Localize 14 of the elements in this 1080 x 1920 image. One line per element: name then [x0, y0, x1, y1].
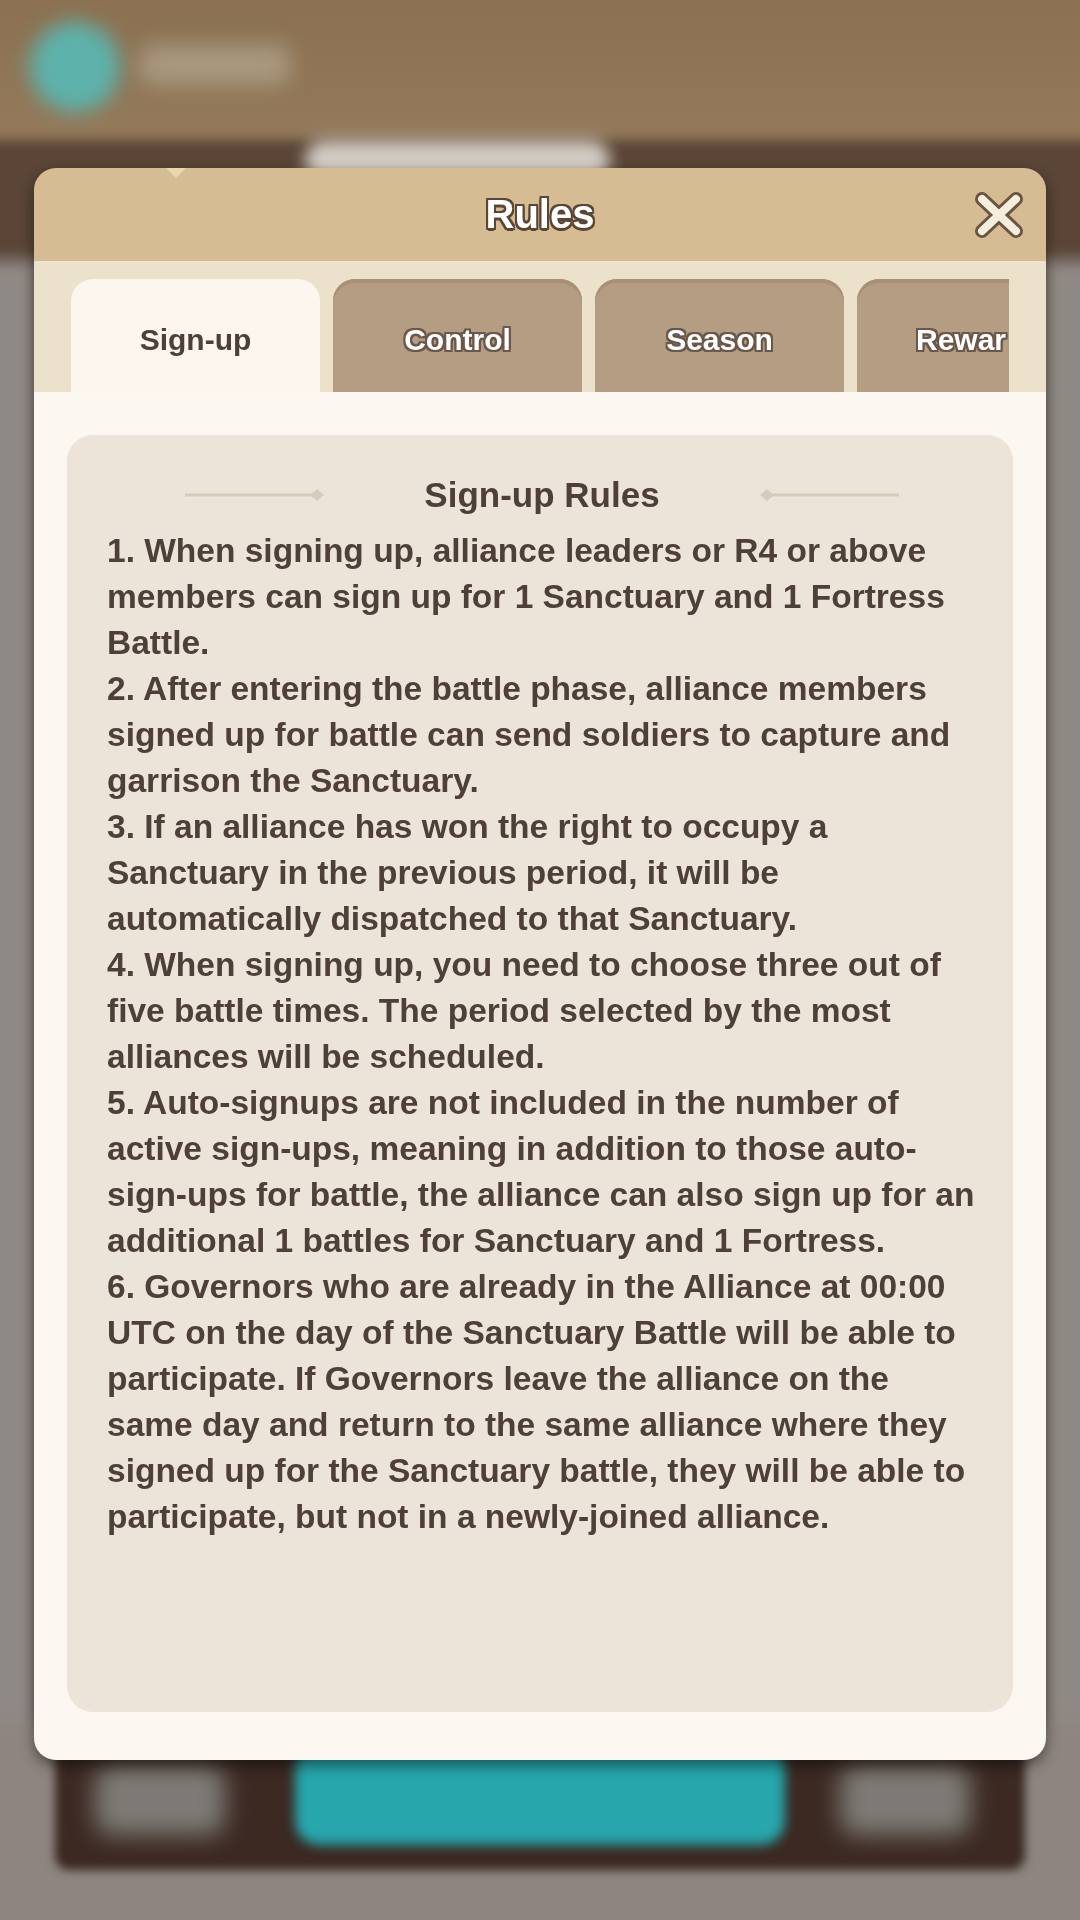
rule-text: 6. Governors who are already in the Alliance at 00:00 UTC on the day of the Sanctuary Battle will be able to participate. If Governors leave the alliance on the same day and return to the same alliance where they signed up for the Sanctuary battle, they will be able to participate, but not in a newly-joined alliance.	[107, 1267, 967, 1537]
tab[interactable]: Rewar	[857, 279, 1009, 392]
notch-icon	[166, 168, 186, 178]
rule-text: 3. If an alliance has won the right to occupy a Sanctuary in the previous period, it will be automatically dispatched to that Sanctuary.	[107, 807, 829, 939]
rule-text: 2. After entering the battle phase, alliance members signed up for battle can send soldiers to capture and garrison the Sanctuary.	[107, 669, 952, 801]
rule-text: 4. When signing up, you need to choose three out of five battle times. The period selected by the most alliances will be scheduled.	[107, 945, 942, 1077]
tab[interactable]: Control	[333, 279, 582, 392]
section-heading: Sign-up Rules	[424, 474, 660, 516]
rule-text: 1. When signing up, alliance leaders or R4 or above members can sign up for 1 Sanctuary and 1 Fortress Battle.	[107, 531, 946, 663]
dialog-title: Rules	[485, 192, 595, 237]
tab[interactable]: Sign-up	[71, 279, 320, 392]
rule-text: 5. Auto-signups are not included in the number of active sign-ups, meaning in addition to those auto-sign-ups for battle, the alliance can also sign up for an additional 1 battles for Sanctuary and 1 Fortress.	[107, 1083, 976, 1261]
tab[interactable]: Season	[595, 279, 844, 392]
close-icon[interactable]	[974, 190, 1024, 239]
